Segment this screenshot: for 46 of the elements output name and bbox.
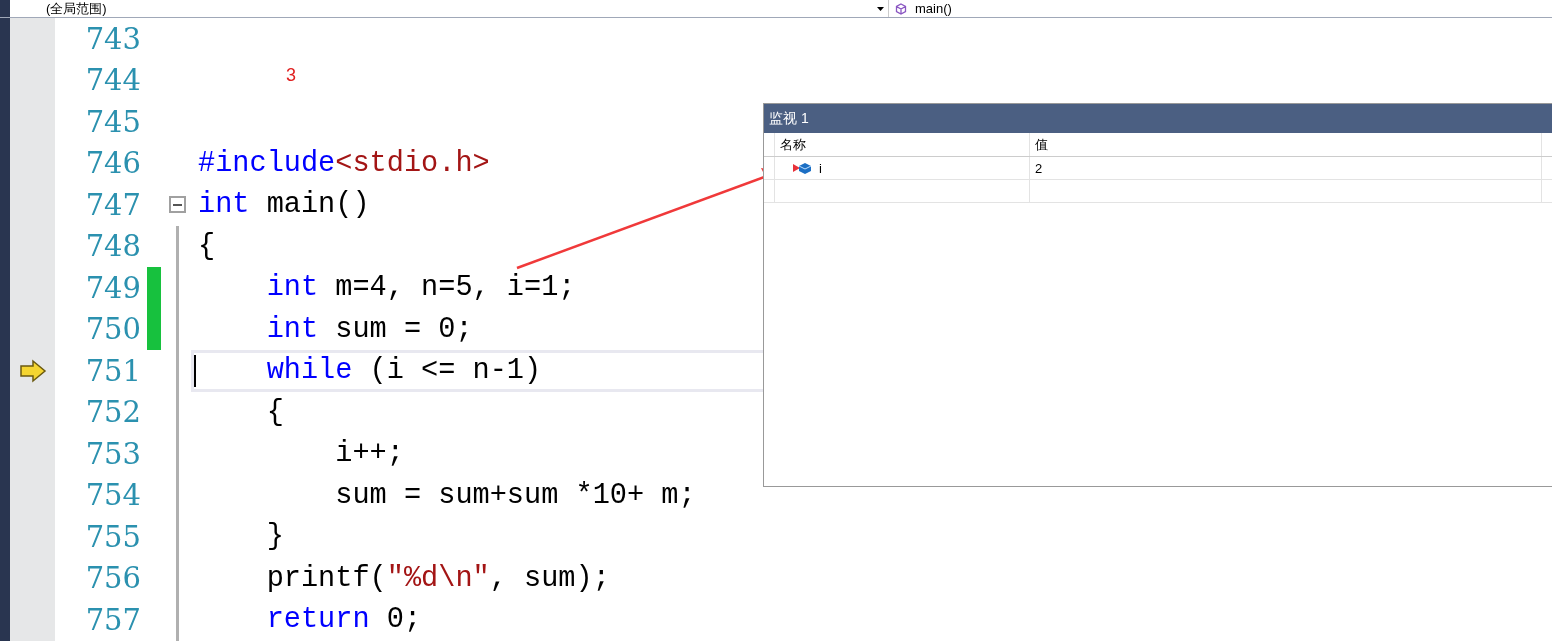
line-number: 747 [84, 187, 142, 222]
line-number: 755 [84, 519, 142, 554]
variable-icon [792, 162, 811, 174]
line-number: 754 [84, 478, 142, 513]
code-keyword: int [265, 271, 319, 305]
code-text: sum = sum+sum *10+ m; [334, 478, 696, 512]
line-number: 745 [84, 104, 142, 139]
line-number: 756 [84, 561, 142, 596]
caret-icon [877, 6, 884, 11]
code-text: { [265, 395, 284, 429]
annotation-number: 3 [286, 64, 296, 86]
code-string: "%d\n" [386, 561, 490, 595]
line-number: 753 [84, 436, 142, 471]
cube-icon [895, 2, 907, 15]
line-number: 750 [84, 312, 142, 347]
code-text: 0; [385, 603, 422, 637]
column-header: 名称 [774, 133, 1030, 156]
variable-name: i [818, 160, 822, 176]
line-number: 757 [84, 602, 142, 637]
code-text: printf( [265, 561, 387, 595]
line-number: 751 [84, 353, 142, 388]
collapse-toggle[interactable] [169, 196, 186, 213]
code-keyword: while [265, 354, 353, 388]
code-text: { [198, 229, 216, 263]
line-number: 749 [84, 270, 142, 305]
code-text: m=4, n=5, i=1; [334, 271, 576, 305]
code-text: sum = 0; [334, 312, 473, 346]
function-dropdown[interactable]: main() [889, 0, 952, 17]
code-text: (i <= n-1) [368, 354, 542, 388]
code-keyword: int [198, 188, 250, 222]
column-header: 值 [1030, 133, 1543, 156]
code-text: i++; [334, 437, 404, 471]
code-text: main() [265, 188, 370, 222]
code-keyword: #include [198, 146, 336, 180]
variable-value: 2 [1035, 160, 1043, 176]
line-number: 743 [84, 21, 142, 56]
code-text: } [265, 520, 284, 554]
code-string: <stdio.h> [335, 146, 490, 180]
code-keyword: return [265, 603, 370, 637]
code-text: , sum); [489, 561, 610, 595]
line-number: 744 [84, 63, 142, 98]
line-number: 752 [84, 395, 142, 430]
code-keyword: int [265, 312, 319, 346]
line-number: 746 [84, 146, 142, 181]
line-number: 748 [84, 229, 142, 264]
watch-window-title: 监视 1 [764, 104, 1552, 133]
